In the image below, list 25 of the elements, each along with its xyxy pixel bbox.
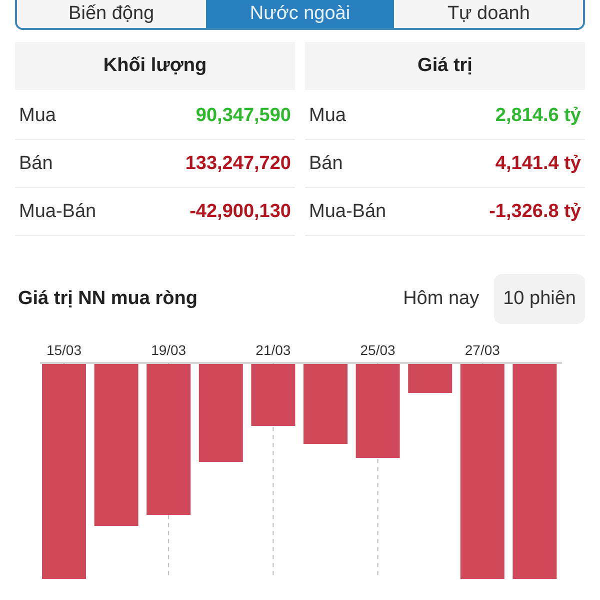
row-label: Bán — [309, 152, 343, 174]
row-label: Mua — [19, 104, 56, 126]
period-button[interactable]: 10 phiên — [494, 274, 585, 324]
row-label: Mua-Bán — [19, 200, 96, 222]
row-label: Mua-Bán — [309, 200, 386, 222]
row-value: 133,247,720 — [185, 152, 291, 174]
date-label: 27/03 — [464, 342, 500, 358]
row-label: Bán — [19, 152, 53, 174]
date-label: 19/03 — [151, 342, 186, 358]
row-value: 2,814.6 tỷ — [495, 104, 581, 126]
chart-bar — [408, 364, 452, 393]
chart-title: Giá trị NN mua ròng — [17, 288, 198, 310]
row-value: -1,326.8 tỷ — [489, 200, 581, 222]
date-label: 15/03 — [46, 342, 82, 358]
period-button[interactable]: Hôm nay — [394, 274, 488, 324]
row-label: Mua — [309, 104, 346, 126]
tab[interactable]: Nước ngoài — [206, 0, 394, 28]
column-header: Khối lượng — [15, 42, 295, 90]
row-value: 4,141.4 tỷ — [495, 152, 581, 174]
row-value: 90,347,590 — [196, 104, 291, 126]
chart-bar — [251, 364, 296, 426]
date-label: 25/03 — [360, 342, 396, 358]
column-header: Giá trị — [305, 42, 585, 90]
row-value: -42,900,130 — [190, 200, 291, 222]
date-label: 21/03 — [256, 342, 291, 358]
